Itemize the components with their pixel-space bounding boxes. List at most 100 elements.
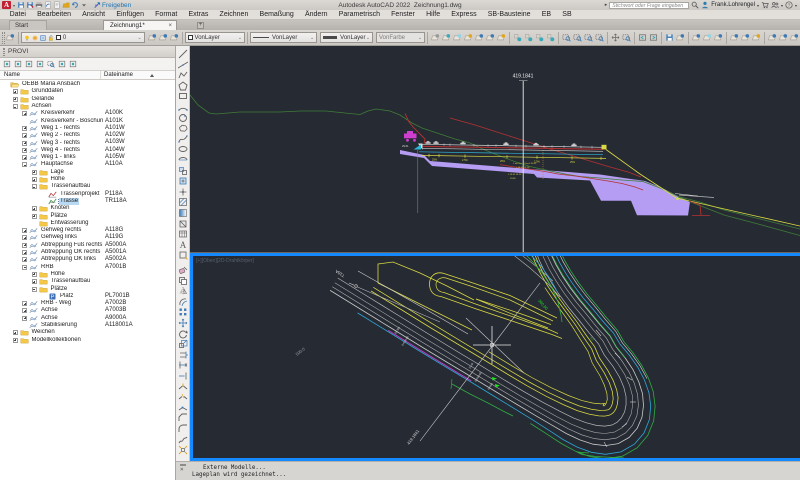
- tree-label[interactable]: RRB: [40, 264, 55, 271]
- tree-expand-box[interactable]: [22, 162, 27, 167]
- point-icon[interactable]: [178, 187, 188, 197]
- tree-label[interactable]: Lage: [50, 169, 65, 176]
- tree-label[interactable]: Weichen: [31, 329, 56, 336]
- line-icon[interactable]: [178, 49, 188, 59]
- tree-label[interactable]: Hauptachse: [40, 161, 74, 168]
- ellipse-arc-icon[interactable]: [178, 155, 188, 165]
- tree-expand-box[interactable]: [13, 330, 18, 335]
- tree-expand-box[interactable]: [32, 184, 37, 189]
- table-icon[interactable]: [178, 229, 188, 239]
- ellipse-icon[interactable]: [178, 144, 188, 154]
- menu-parametrisch[interactable]: Parametrisch: [333, 10, 385, 20]
- tree-row[interactable]: HauptachseA110A: [0, 161, 175, 168]
- tree-expand-box[interactable]: [13, 338, 18, 343]
- tree-row[interactable]: RRBA7001B: [0, 264, 175, 271]
- tree-row[interactable]: Knoten: [0, 205, 175, 212]
- tree-row[interactable]: Entwässerung: [0, 220, 175, 227]
- fillet-icon[interactable]: [178, 424, 188, 434]
- pan-icon[interactable]: [611, 33, 620, 42]
- tab-start[interactable]: Start: [9, 20, 47, 30]
- search-icon[interactable]: [691, 1, 699, 9]
- user-dropdown-icon[interactable]: ▾: [757, 3, 759, 8]
- menu-sbbausteine[interactable]: SB-Bausteine: [482, 10, 536, 20]
- create-block-icon[interactable]: [178, 176, 188, 186]
- polygon-icon[interactable]: [178, 81, 188, 91]
- tree-row[interactable]: Plätze: [0, 212, 175, 219]
- tree-row[interactable]: Abtreppung OK rechtsA5001A: [0, 249, 175, 256]
- people-dropdown-icon[interactable]: ▾: [781, 3, 783, 8]
- tree-expand-box[interactable]: [32, 170, 37, 175]
- menu-eb[interactable]: EB: [536, 10, 557, 20]
- autocad-logo-icon[interactable]: A: [2, 1, 11, 9]
- tree-row[interactable]: AchseA7003B: [0, 307, 175, 314]
- tree-row[interactable]: Weg 2 - rechtsA102W: [0, 132, 175, 139]
- array-icon[interactable]: [178, 307, 188, 317]
- addselected-icon[interactable]: [178, 250, 188, 260]
- layer-off-icon[interactable]: [431, 33, 440, 42]
- tab-close-icon[interactable]: ×: [168, 23, 176, 29]
- tree-expand-box[interactable]: [22, 155, 27, 160]
- layerstate-restore-icon[interactable]: [676, 33, 685, 42]
- hide-objects-icon[interactable]: [524, 33, 533, 42]
- tree-expand-box[interactable]: [22, 243, 27, 248]
- xline-icon[interactable]: [178, 60, 188, 70]
- zoom-extents-icon[interactable]: [595, 33, 604, 42]
- tree-label[interactable]: Gehweg rechts: [40, 227, 82, 234]
- blend-icon[interactable]: [178, 435, 188, 445]
- polyline-icon[interactable]: [178, 70, 188, 80]
- plotstyle-combo[interactable]: VonFarbe ⌄: [376, 32, 425, 43]
- view-back-icon[interactable]: [638, 33, 647, 42]
- sync-icon[interactable]: [58, 60, 66, 68]
- menu-bearbeiten[interactable]: Bearbeiten: [32, 10, 77, 20]
- tree-expand-box[interactable]: [22, 257, 27, 262]
- tree-label[interactable]: Trassenaufbau: [50, 183, 92, 190]
- lineweight-combo-arrow-icon[interactable]: ⌄: [365, 35, 371, 41]
- help-icon[interactable]: ?: [785, 1, 793, 9]
- search-input[interactable]: Stichwort oder Frage eingeben: [609, 2, 689, 9]
- tree-row[interactable]: Weg 1 - linksA105W: [0, 154, 175, 161]
- tree-row[interactable]: Weichen: [0, 329, 175, 336]
- menu-format[interactable]: Format: [150, 10, 183, 20]
- mirror-icon[interactable]: [178, 286, 188, 296]
- tree-expand-box[interactable]: [32, 272, 37, 277]
- menu-sb[interactable]: SB: [557, 10, 578, 20]
- palette-help-icon[interactable]: [69, 60, 77, 68]
- layer-match-icon[interactable]: [159, 33, 168, 42]
- tree-row[interactable]: Lage: [0, 169, 175, 176]
- tree-label[interactable]: Abtreppung Fuß rechts: [40, 242, 103, 249]
- tree-label[interactable]: Stabilisierung: [40, 322, 78, 329]
- tree-expand-box[interactable]: [22, 301, 27, 306]
- stretch-icon[interactable]: [178, 350, 188, 360]
- help-dropdown-icon[interactable]: ▾: [795, 3, 797, 8]
- layer-filter-icon[interactable]: [779, 33, 788, 42]
- erase-icon[interactable]: [178, 265, 188, 275]
- unisolate-icon[interactable]: [546, 33, 555, 42]
- tree-expand-box[interactable]: [32, 206, 37, 211]
- linetype-combo-arrow-icon[interactable]: ⌄: [309, 35, 315, 41]
- tree-expand-box[interactable]: [22, 111, 27, 116]
- menu-bemaung[interactable]: Bemaßung: [254, 10, 299, 20]
- tree-row[interactable]: Gehweg rechtsA118G: [0, 227, 175, 234]
- offset-icon[interactable]: [178, 297, 188, 307]
- tree-label[interactable]: Trasse: [59, 198, 79, 205]
- menu-fenster[interactable]: Fenster: [386, 10, 421, 20]
- break-point-icon[interactable]: [178, 382, 188, 392]
- scale-icon[interactable]: [178, 339, 188, 349]
- rotate-icon[interactable]: [178, 329, 188, 339]
- column-name[interactable]: Name: [0, 71, 101, 79]
- layer-lock-icon[interactable]: [464, 33, 473, 42]
- menu-datei[interactable]: Datei: [4, 10, 32, 20]
- tree-label[interactable]: Grunddaten: [31, 88, 65, 95]
- tree-label[interactable]: Weg 1 - links: [40, 154, 77, 161]
- join-icon[interactable]: [178, 403, 188, 413]
- layer-vpfreeze-icon[interactable]: [703, 33, 712, 42]
- people-icon[interactable]: [771, 1, 779, 9]
- tree-row[interactable]: Weg 3 - rechtsA103W: [0, 139, 175, 146]
- tree-label[interactable]: Entwässerung: [50, 220, 90, 227]
- zoom-window-icon[interactable]: [562, 33, 571, 42]
- tree-row[interactable]: AchseA9000A: [0, 315, 175, 322]
- tree-label[interactable]: Achse: [40, 315, 59, 322]
- column-dateiname[interactable]: Dateiname: [101, 71, 175, 79]
- tree-expand-box[interactable]: [32, 177, 37, 182]
- tree-expand-box[interactable]: [32, 287, 37, 292]
